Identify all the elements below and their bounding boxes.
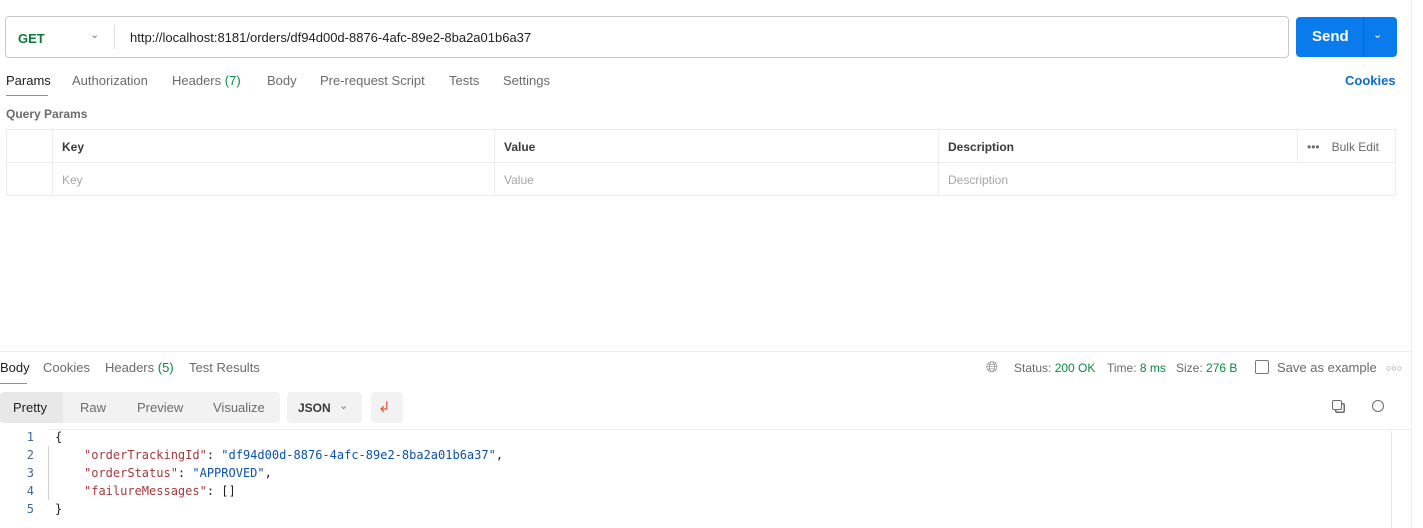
line-number: 1: [26, 430, 34, 444]
panel-divider: [1411, 0, 1412, 528]
method-select[interactable]: GET: [18, 31, 45, 46]
line-number: 2: [26, 448, 34, 462]
json-key: "orderTrackingId": [84, 448, 207, 462]
tab-settings[interactable]: Settings: [503, 73, 550, 88]
active-tab-indicator: [6, 95, 48, 96]
json-key: "failureMessages": [84, 484, 207, 498]
copy-icon[interactable]: [1332, 400, 1342, 410]
table-header-row: Key Value Description ••• Bulk Edit: [7, 130, 1395, 163]
url-bar: GET ⌄ http://localhost:8181/orders/df94d…: [5, 16, 1289, 58]
query-params-table: Key Value Description ••• Bulk Edit Key V…: [6, 129, 1396, 196]
json-key: "orderStatus": [84, 466, 178, 480]
wrap-icon: ↲: [378, 399, 391, 416]
headers-count: (5): [157, 360, 174, 375]
key-input[interactable]: Key: [52, 163, 494, 195]
line-number: 5: [26, 502, 34, 516]
comma: ,: [264, 466, 272, 480]
time-label: Time: 8 ms: [1107, 361, 1166, 375]
send-button[interactable]: Send ⌄: [1296, 17, 1397, 57]
size-value: 276 B: [1206, 361, 1238, 375]
header-key: Key: [52, 130, 494, 162]
table-row: Key Value Description: [7, 163, 1395, 195]
tab-params[interactable]: Params: [6, 73, 51, 88]
bulk-edit-label: Bulk Edit: [1331, 140, 1379, 154]
view-mode-selector: Pretty Raw Preview Visualize: [0, 392, 280, 423]
tab-label: Headers: [105, 360, 155, 375]
bulk-edit-button[interactable]: ••• Bulk Edit: [1297, 130, 1395, 162]
time-text: Time:: [1107, 361, 1137, 375]
chevron-down-icon: ⌄: [339, 400, 349, 412]
tab-pre-request-script[interactable]: Pre-request Script: [320, 73, 425, 88]
response-tab-body[interactable]: Body: [0, 360, 30, 375]
url-input[interactable]: http://localhost:8181/orders/df94d00d-88…: [130, 30, 531, 45]
json-value: "df94d00d-8876-4afc-89e2-8ba2a01b6a37": [221, 448, 496, 462]
header-value: Value: [494, 130, 938, 162]
indent-guide: [48, 446, 49, 500]
scrollbar[interactable]: [1391, 431, 1403, 528]
headers-count: (7): [224, 73, 241, 88]
view-raw[interactable]: Raw: [80, 400, 106, 415]
tab-tests[interactable]: Tests: [449, 73, 479, 88]
status-label: Status: 200 OK: [1014, 361, 1095, 375]
format-select[interactable]: JSON ⌄: [287, 392, 362, 423]
wrap-lines-button[interactable]: ↲: [371, 392, 403, 423]
chevron-down-icon[interactable]: ⌄: [1373, 28, 1382, 41]
view-pretty[interactable]: Pretty: [13, 400, 47, 415]
size-text: Size:: [1176, 361, 1203, 375]
cookies-link[interactable]: Cookies: [1345, 73, 1396, 88]
code-line: {: [55, 430, 63, 444]
comma: ,: [495, 448, 504, 462]
status-value: 200 OK: [1054, 361, 1096, 375]
line-number: 3: [26, 466, 34, 480]
separator: [1363, 17, 1364, 57]
code-line: }: [55, 502, 63, 516]
code-line: "orderStatus": "APPROVED",: [84, 466, 272, 480]
tab-label: Headers: [172, 73, 222, 88]
view-visualize[interactable]: Visualize: [213, 400, 265, 415]
tab-body[interactable]: Body: [267, 73, 297, 88]
save-icon[interactable]: [1255, 360, 1269, 374]
response-tab-cookies[interactable]: Cookies: [43, 360, 90, 375]
code-line: "orderTrackingId": "df94d00d-8876-4afc-8…: [84, 448, 504, 462]
chevron-down-icon[interactable]: ⌄: [90, 28, 99, 41]
json-value: []: [221, 484, 236, 498]
response-divider[interactable]: [0, 351, 1411, 352]
code-line: "failureMessages": []: [84, 484, 236, 498]
send-label[interactable]: Send: [1312, 28, 1349, 45]
response-tab-headers[interactable]: Headers (5): [105, 360, 174, 375]
description-input[interactable]: Description: [938, 163, 1397, 195]
tab-authorization[interactable]: Authorization: [72, 73, 148, 88]
response-tab-test-results[interactable]: Test Results: [189, 360, 260, 375]
query-params-title: Query Params: [6, 107, 88, 121]
active-tab-indicator: [0, 383, 27, 384]
search-icon[interactable]: [1372, 400, 1384, 412]
separator: [114, 25, 115, 49]
more-options-icon[interactable]: ○○○: [1386, 363, 1402, 373]
size-label: Size: 276 B: [1176, 361, 1237, 375]
view-preview[interactable]: Preview: [137, 400, 183, 415]
globe-icon[interactable]: 🌐︎: [986, 359, 998, 376]
more-icon[interactable]: •••: [1307, 140, 1320, 154]
header-description: Description: [938, 130, 1297, 162]
time-value: 8 ms: [1139, 361, 1166, 375]
line-number: 4: [26, 484, 34, 498]
format-label: JSON: [298, 401, 331, 415]
json-value: "APPROVED": [192, 466, 265, 480]
status-text: Status:: [1014, 361, 1052, 375]
save-as-example-button[interactable]: Save as example: [1277, 360, 1377, 375]
tab-headers[interactable]: Headers (7): [172, 73, 241, 88]
value-input[interactable]: Value: [494, 163, 938, 195]
